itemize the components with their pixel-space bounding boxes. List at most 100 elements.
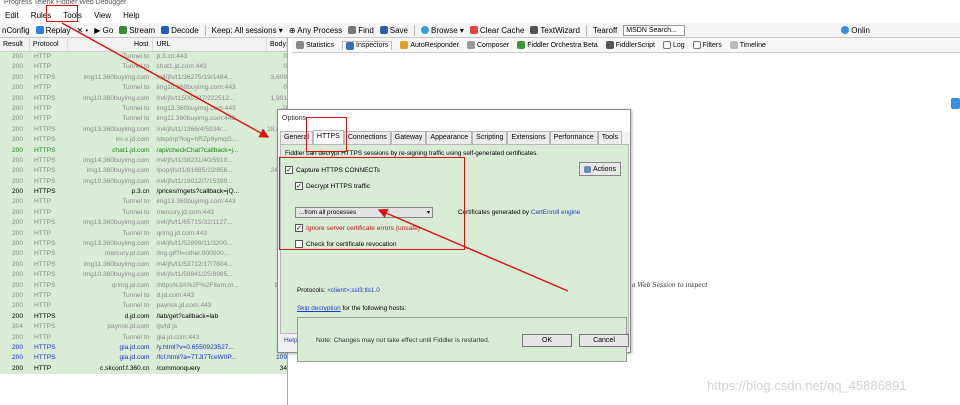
tab-extensions[interactable]: Extensions [507, 131, 550, 144]
table-row[interactable]: 200 HTTPS gia.jd.com/fcf.html?a=7TJI7TceW0… [0, 353, 287, 364]
column-result[interactable]: Result [0, 38, 30, 51]
table-row[interactable]: 200 HTTPS gia.jd.com/y.html?v=0.6550923527… [0, 342, 287, 354]
msdn-search-input[interactable]: MSDN Search... [623, 24, 686, 36]
table-row[interactable]: 200 HTTP Tunnel to chat1.jd.com:443 0 [0, 62, 287, 73]
column-body[interactable]: Body [267, 38, 287, 51]
table-row[interactable]: 200 HTTPS mercury.jd.com/log.gif?t=other.0… [0, 249, 287, 260]
column-protocol[interactable]: Protocol [30, 38, 68, 51]
tab-fiddler-orchestra[interactable]: Fiddler Orchestra Beta [517, 41, 598, 49]
table-row[interactable]: 200 HTTPS img11.360buyimg.com/n4/jfs/t1/53… [0, 259, 287, 271]
help-link[interactable]: Help [284, 337, 298, 344]
cell-protocol: HTTPS [33, 136, 56, 144]
table-row[interactable]: 200 HTTPS im-x.jd.com/dsp/np?log=hRZp9ymqG… [0, 135, 287, 146]
table-row[interactable]: 200HTTPTunnel toimg13.360buyimg.com:4430 [0, 103, 287, 115]
online-indicator: Onlin [841, 26, 870, 35]
table-row[interactable]: 200 HTTPS img10.360buyimg.com/n4/jfs/t1/59… [0, 270, 287, 281]
cell-protocol: HTTP [33, 104, 52, 112]
tab-log[interactable]: Log [662, 41, 685, 49]
any-process-button[interactable]: ⊕ Any Process [289, 26, 342, 35]
table-row[interactable]: 200 HTTPS img13.360buyimg.com/n4/jfs/t1/13… [0, 124, 287, 136]
tab-performance[interactable]: Performance [549, 131, 598, 144]
table-row[interactable]: 200 HTTP Tunnel to qrimg.jd.com:443 [0, 228, 287, 240]
tab-composer[interactable]: Composer [466, 41, 509, 49]
decode-button[interactable]: Decode [161, 26, 199, 35]
tearoff-button[interactable]: Tearoff [593, 26, 617, 35]
cell-result: 200 [12, 115, 24, 123]
tab-scripting[interactable]: Scripting [472, 131, 508, 144]
table-row[interactable]: 200 HTTPS img1.360buyimg.com/pop/jfs/t1/81… [0, 166, 287, 177]
table-row[interactable]: 200 HTTP Tunnel to d.jd.com:443 [0, 290, 287, 302]
actions-button[interactable]: Actions [579, 162, 621, 176]
menu-view[interactable]: View [91, 10, 114, 21]
cancel-button[interactable]: Cancel [579, 334, 629, 347]
certenroll-link[interactable]: CertEnroll engine [531, 209, 580, 216]
table-row[interactable]: 200HTTPTunnel toimg11.360buyimg.com:4430 [0, 114, 287, 125]
save-button[interactable]: Save [379, 26, 408, 35]
tab-autoresponder[interactable]: AutoResponder [400, 41, 459, 49]
cell-protocol: HTTP [33, 208, 52, 216]
cell-protocol: HTTPS [33, 94, 56, 102]
menu-edit[interactable]: Edit [2, 10, 22, 21]
cell-url: /n4/jfs/t1/53712/17/7804... [156, 260, 233, 268]
save-icon [379, 26, 388, 34]
tab-connections[interactable]: Connections [343, 131, 391, 144]
go-button[interactable]: ▶ Go [94, 26, 113, 35]
table-row[interactable]: 200 HTTPS img10.360buyimg.com/n4/jfs/t1/19… [0, 176, 287, 188]
cell-result: 200 [12, 125, 24, 133]
stream-icon [119, 26, 128, 34]
table-row[interactable]: 200 HTTPS img13.360buyimg.com/n4/jfs/t1/65… [0, 218, 287, 229]
composer-icon [466, 41, 475, 49]
table-row[interactable]: 200 HTTPS p.3.cn/prices/mgets?callback=jQ.… [0, 187, 287, 198]
browse-button[interactable]: Browse ▾ [421, 26, 464, 35]
skip-decryption-link[interactable]: Skip decryption [297, 305, 341, 312]
column-host[interactable]: Host [68, 38, 154, 51]
table-row[interactable]: 200 HTTP Tunnel to img13.360buyimg.com:443 [0, 197, 287, 208]
find-button[interactable]: Find [348, 26, 374, 35]
table-row[interactable]: 200 HTTP Tunnel to img10.360buyimg.com:443 0 [0, 83, 287, 94]
cell-result: 304 [12, 323, 24, 331]
tab-statistics[interactable]: Statistics [296, 41, 334, 49]
skip-decryption-suffix: for the following hosts: [342, 305, 407, 312]
tab-fiddlerscript[interactable]: FiddlerScript [605, 41, 655, 49]
tab-gateway[interactable]: Gateway [390, 131, 427, 144]
table-row[interactable]: 200 HTTP Tunnel to mercury.jd.com:443 [0, 207, 287, 219]
table-row[interactable]: 200HTTPSd.jd.com/lab/get?callback=lab1 [0, 311, 287, 323]
cell-result: 200 [12, 343, 24, 351]
textwizard-button[interactable]: TextWizard [530, 26, 580, 35]
table-row[interactable]: 200 HTTP Tunnel to payrisk.jd.com:443 [0, 301, 287, 312]
toolbar-winconfig[interactable]: nConfig [2, 26, 30, 35]
table-row[interactable]: 200 HTTPS qrimg.jd.com/https%3A%2F%2Fitem.… [0, 280, 287, 291]
table-row[interactable]: 200 HTTP Tunnel to p.3.cn:443 0 [0, 52, 287, 63]
table-row[interactable]: 304 HTTPS payrisk.jd.com/js/td.js [0, 322, 287, 333]
table-row[interactable]: 200 HTTPS img14.360buyimg.com/n4/jfs/t1/38… [0, 155, 287, 167]
replay-button[interactable]: Replay [35, 26, 70, 35]
column-url[interactable]: URL [153, 38, 267, 51]
side-panel-icon[interactable] [951, 98, 960, 109]
table-row[interactable]: 200 HTTPS img13.360buyimg.com/n4/jfs/t1/52… [0, 239, 287, 250]
protocols-link[interactable]: <client>;ssl3;tls1.0 [327, 287, 380, 294]
tab-tools[interactable]: Tools [597, 131, 623, 144]
stream-button[interactable]: Stream [119, 26, 155, 35]
keep-sessions-dropdown[interactable]: Keep: All sessions ▾ [212, 26, 283, 35]
cell-url: /n4/jfs/t1/1366/4/5934/... [156, 125, 228, 133]
menu-help[interactable]: Help [120, 10, 142, 21]
table-row[interactable]: 200 HTTPS img11.360buyimg.com/n4/jfs/t1/36… [0, 72, 287, 84]
cell-url: /fcf.html?a=7TJI7TceW0P... [156, 354, 237, 362]
remove-button[interactable]: ✕ • [76, 26, 88, 35]
table-row[interactable]: 200 HTTP c.skconf.f.360.cn/commonquery 34 [0, 363, 287, 375]
table-row[interactable]: 200 HTTPS chat1.jd.com/api/checkChat?callb… [0, 145, 287, 156]
tab-appearance[interactable]: Appearance [426, 131, 473, 144]
cell-host: Tunnel to [122, 104, 150, 112]
table-row[interactable]: 200 HTTP Tunnel to gia.jd.com:443 [0, 332, 287, 343]
ok-button[interactable]: OK [522, 334, 572, 347]
cell-result: 200 [12, 198, 24, 206]
tab-timeline[interactable]: Timeline [729, 41, 766, 49]
cell-result: 200 [12, 94, 24, 102]
tab-inspectors[interactable]: Inspectors [342, 40, 393, 50]
cell-url: payrisk.jd.com:443 [156, 302, 212, 310]
clear-cache-button[interactable]: Clear Cache [469, 26, 524, 35]
statistics-icon [296, 41, 304, 49]
tab-filters[interactable]: Filters [692, 41, 722, 49]
table-row[interactable]: 200 HTTPS img10.360buyimg.com/n4/jfs/t1500… [0, 93, 287, 104]
cell-body: 109 [275, 354, 287, 362]
